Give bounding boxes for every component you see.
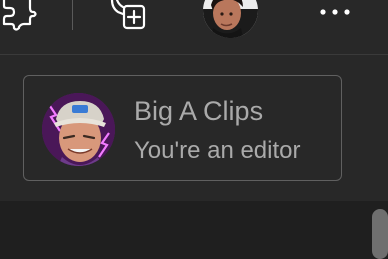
content-area [0, 201, 388, 255]
scrollbar-thumb[interactable] [372, 209, 388, 259]
more-options-icon[interactable] [318, 6, 352, 18]
create-video-icon[interactable] [109, 0, 149, 34]
channel-name: Big A Clips [134, 96, 264, 126]
channel-avatar [42, 93, 115, 166]
channel-role: You're an editor [134, 137, 301, 164]
settings-gear-icon[interactable] [0, 0, 40, 32]
toolbar-divider [72, 0, 73, 30]
